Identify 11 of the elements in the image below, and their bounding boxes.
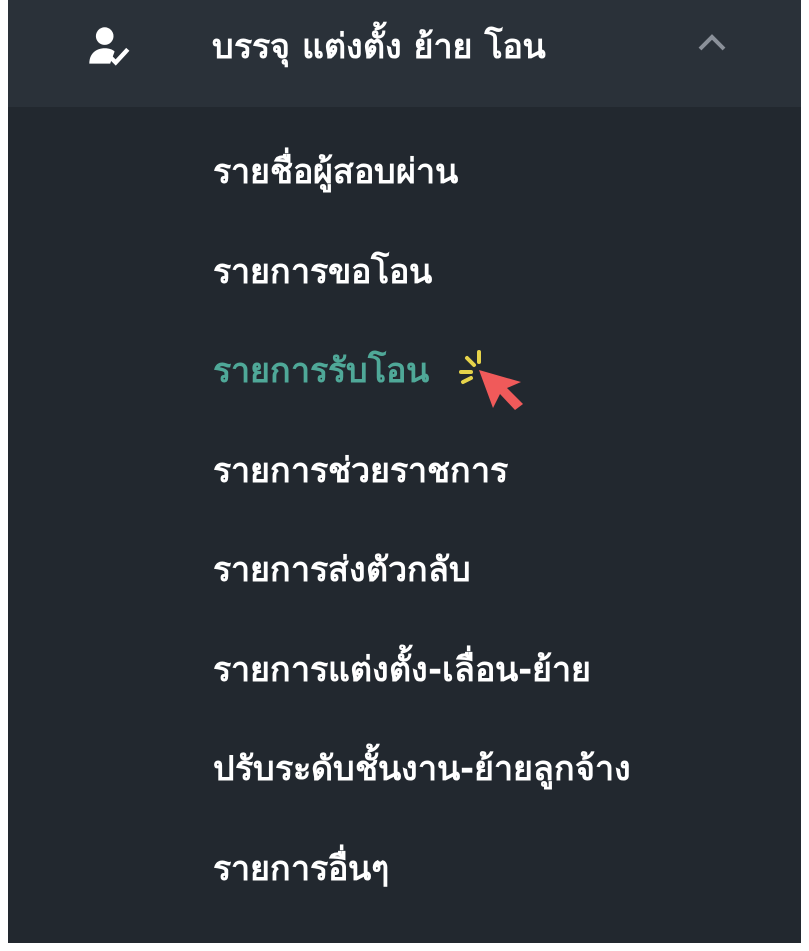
menu-item[interactable]: รายการแต่งตั้ง-เลื่อน-ย้าย (213, 644, 592, 694)
menu-item[interactable]: ปรับระดับชั้นงาน-ย้ายลูกจ้าง (213, 744, 632, 794)
chevron-up-icon[interactable] (697, 34, 727, 52)
menu-item[interactable]: รายชื่อผู้สอบผ่าน (213, 147, 458, 197)
menu-item[interactable]: รายการขอโอน (213, 246, 432, 296)
menu-item[interactable]: รายการช่วยราชการ (213, 446, 508, 496)
menu-item[interactable]: รายการส่งตัวกลับ (213, 545, 471, 595)
menu-item[interactable]: รายการรับโอน (213, 346, 429, 396)
menu-title: บรรจุ แต่งตั้ง ย้าย โอน (212, 18, 697, 72)
menu-header[interactable]: บรรจุ แต่งตั้ง ย้าย โอน (8, 0, 801, 107)
menu-item[interactable]: รายการอื่นๆ (213, 844, 389, 894)
